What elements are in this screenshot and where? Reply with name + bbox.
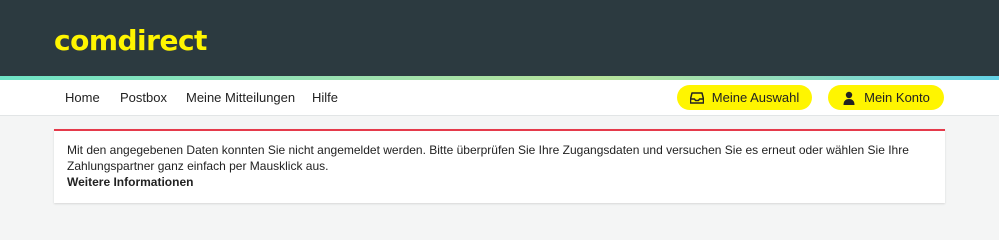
weitere-informationen-link[interactable]: Weitere Informationen — [67, 175, 193, 190]
mein-konto-button[interactable]: Mein Konto — [828, 85, 944, 110]
alert-message: Mit den angegebenen Daten konnten Sie ni… — [67, 143, 909, 173]
login-error-alert: Mit den angegebenen Daten konnten Sie ni… — [54, 129, 945, 203]
mein-konto-label: Mein Konto — [864, 90, 930, 105]
nav-item-hilfe[interactable]: Hilfe — [312, 90, 338, 106]
meine-auswahl-label: Meine Auswahl — [711, 90, 800, 105]
comdirect-logo[interactable]: comdirect — [54, 24, 207, 58]
nav-item-meine-mitteilungen[interactable]: Meine Mitteilungen — [186, 90, 295, 106]
main-navigation: Home Postbox Meine Mitteilungen Hilfe Me… — [0, 80, 999, 116]
site-header: comdirect — [0, 0, 999, 76]
main-content: Mit den angegebenen Daten konnten Sie ni… — [0, 117, 999, 205]
inbox-tray-icon — [689, 91, 705, 105]
nav-item-postbox[interactable]: Postbox — [120, 90, 167, 106]
meine-auswahl-button[interactable]: Meine Auswahl — [677, 85, 812, 110]
user-icon — [842, 91, 856, 105]
nav-item-home[interactable]: Home — [65, 90, 100, 106]
